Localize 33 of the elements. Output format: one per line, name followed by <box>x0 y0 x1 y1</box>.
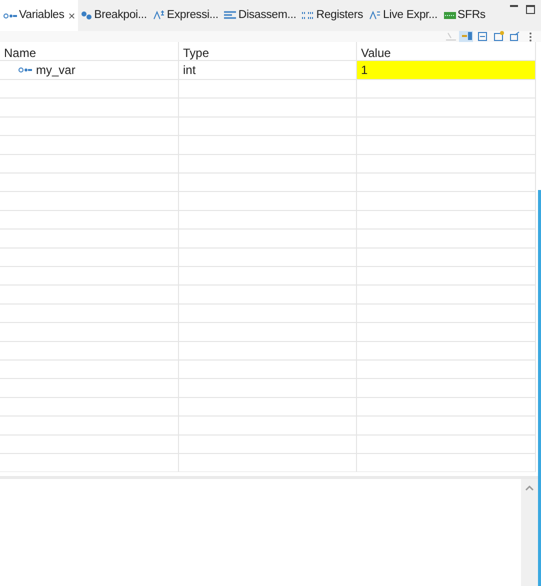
tab-label: Expressi... <box>166 8 218 23</box>
expression-icon <box>369 10 382 21</box>
tab-label: Breakpoi... <box>94 8 147 23</box>
tab[interactable]: SFRs <box>440 0 488 31</box>
collapse-icon[interactable] <box>475 31 489 42</box>
tab[interactable]: Variables × <box>0 0 78 31</box>
tab[interactable]: Breakpoi... <box>78 0 150 31</box>
scrollbar[interactable] <box>521 479 538 586</box>
tab[interactable]: Expressi... <box>150 0 222 31</box>
column-header[interactable]: Type <box>179 42 357 61</box>
expression-icon <box>152 10 165 21</box>
tab-label: Registers <box>316 8 364 23</box>
grid-icon <box>302 10 314 20</box>
tab-label: Live Expr... <box>383 8 438 23</box>
variable-name[interactable]: my_var <box>36 60 76 79</box>
tab-label: Variables <box>19 8 64 23</box>
dots-icon <box>81 11 92 20</box>
tab[interactable]: Registers <box>299 0 366 31</box>
table-cell: int <box>179 61 357 80</box>
tab-label: SFRs <box>458 8 486 23</box>
value-cell[interactable]: 1 <box>357 61 536 80</box>
layout-icon[interactable] <box>459 31 473 42</box>
tab[interactable]: Disassem... <box>221 0 300 31</box>
variable-icon <box>18 66 32 74</box>
tab-label: Disassem... <box>238 8 296 23</box>
export-icon[interactable] <box>507 31 521 42</box>
lines-icon <box>224 11 236 20</box>
maximize-icon[interactable] <box>526 5 535 14</box>
variable-icon <box>3 12 17 20</box>
new-window-icon[interactable] <box>491 31 505 42</box>
column-header[interactable]: Name <box>0 42 179 61</box>
close-icon[interactable]: × <box>68 6 76 24</box>
tab[interactable]: Live Expr... <box>366 0 441 31</box>
